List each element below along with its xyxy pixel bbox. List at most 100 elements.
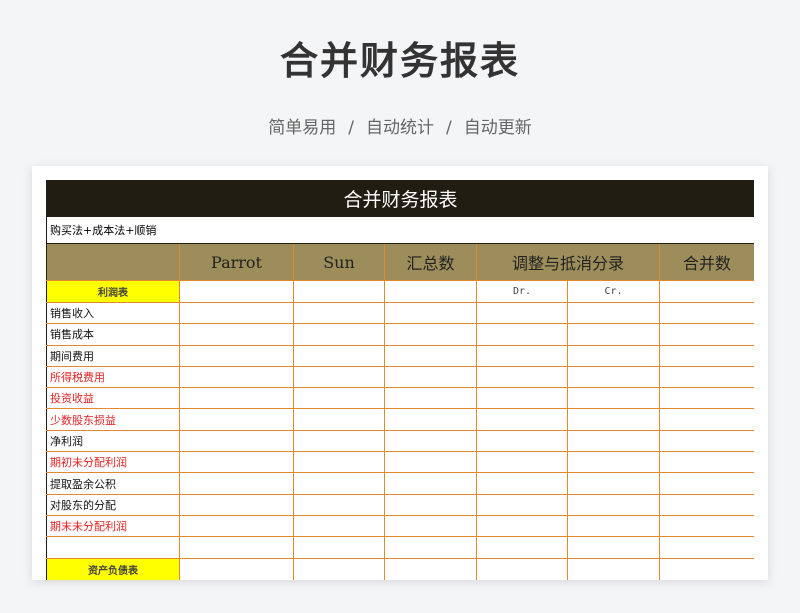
row-label[interactable]: 净利润: [46, 429, 180, 453]
header-total[interactable]: 汇总数: [384, 243, 477, 281]
cell[interactable]: [293, 557, 385, 580]
row-label[interactable]: 投资收益: [46, 387, 180, 410]
cell[interactable]: [476, 365, 568, 389]
cell[interactable]: [179, 514, 294, 538]
cell[interactable]: [658, 536, 754, 559]
header-adjust[interactable]: 调整与抵消分录: [476, 243, 660, 281]
cell[interactable]: [293, 323, 385, 346]
row-label[interactable]: 对股东的分配: [46, 493, 180, 516]
row-label[interactable]: 少数股东损益: [46, 408, 180, 431]
row-label[interactable]: [46, 536, 180, 559]
cell[interactable]: [384, 280, 477, 303]
cell[interactable]: [384, 301, 477, 325]
row-label[interactable]: 期末未分配利润: [46, 514, 180, 538]
cell[interactable]: [179, 408, 294, 431]
cell[interactable]: [567, 472, 660, 495]
cell[interactable]: [476, 429, 568, 453]
cell[interactable]: [179, 493, 294, 516]
cell[interactable]: [658, 387, 754, 410]
cell[interactable]: [658, 429, 754, 453]
cell[interactable]: [476, 344, 568, 367]
cell[interactable]: [293, 344, 385, 367]
cell[interactable]: [293, 387, 385, 410]
cell[interactable]: [658, 301, 754, 325]
row-label[interactable]: 销售成本: [46, 323, 180, 346]
cell[interactable]: [293, 451, 385, 474]
cell[interactable]: [476, 408, 568, 431]
cell[interactable]: [476, 557, 568, 580]
cell[interactable]: [384, 536, 477, 559]
cell[interactable]: [179, 323, 294, 346]
cell[interactable]: [179, 280, 294, 303]
row-label[interactable]: 销售收入: [46, 301, 180, 325]
cell[interactable]: [293, 280, 385, 303]
cell[interactable]: [476, 387, 568, 410]
cell[interactable]: [384, 323, 477, 346]
cell[interactable]: [179, 536, 294, 559]
header-parrot[interactable]: Parrot: [179, 243, 294, 281]
subheader-dr[interactable]: Dr.: [476, 280, 568, 303]
cell[interactable]: [567, 429, 660, 453]
cell[interactable]: [293, 301, 385, 325]
cell[interactable]: [567, 365, 660, 389]
cell[interactable]: [179, 451, 294, 474]
cell[interactable]: [179, 557, 294, 580]
header-blank-cell[interactable]: [46, 243, 180, 281]
cell[interactable]: [384, 514, 477, 538]
cell[interactable]: [293, 493, 385, 516]
cell[interactable]: [567, 408, 660, 431]
header-sun[interactable]: Sun: [293, 243, 385, 281]
cell[interactable]: [384, 344, 477, 367]
row-label[interactable]: 所得税费用: [46, 365, 180, 389]
cell[interactable]: [476, 323, 568, 346]
cell[interactable]: [567, 514, 660, 538]
cell[interactable]: [476, 451, 568, 474]
cell[interactable]: [179, 387, 294, 410]
row-label[interactable]: 期间费用: [46, 344, 180, 367]
cell[interactable]: [658, 493, 754, 516]
cell[interactable]: [384, 387, 477, 410]
cell[interactable]: [293, 365, 385, 389]
cell[interactable]: [293, 472, 385, 495]
cell[interactable]: [476, 301, 568, 325]
cell[interactable]: [179, 344, 294, 367]
cell[interactable]: [658, 323, 754, 346]
section-income[interactable]: 利润表: [46, 280, 180, 303]
cell[interactable]: [658, 451, 754, 474]
cell[interactable]: [567, 451, 660, 474]
cell[interactable]: [384, 429, 477, 453]
cell[interactable]: [179, 429, 294, 453]
cell[interactable]: [658, 280, 754, 303]
cell[interactable]: [179, 365, 294, 389]
section-balance[interactable]: 资产负债表: [46, 557, 180, 580]
cell[interactable]: [658, 365, 754, 389]
cell[interactable]: [384, 557, 477, 580]
cell[interactable]: [476, 536, 568, 559]
cell[interactable]: [384, 365, 477, 389]
cell[interactable]: [658, 514, 754, 538]
cell[interactable]: [293, 429, 385, 453]
cell[interactable]: [384, 472, 477, 495]
subheader-cr[interactable]: Cr.: [567, 280, 660, 303]
cell[interactable]: [293, 514, 385, 538]
cell[interactable]: [293, 536, 385, 559]
cell[interactable]: [658, 472, 754, 495]
row-label[interactable]: 期初未分配利润: [46, 451, 180, 474]
cell[interactable]: [384, 493, 477, 516]
cell[interactable]: [384, 451, 477, 474]
cell[interactable]: [658, 408, 754, 431]
cell[interactable]: [567, 387, 660, 410]
row-label[interactable]: 提取盈余公积: [46, 472, 180, 495]
cell[interactable]: [179, 301, 294, 325]
cell[interactable]: [567, 344, 660, 367]
cell[interactable]: [293, 408, 385, 431]
cell[interactable]: [567, 301, 660, 325]
cell[interactable]: [567, 557, 660, 580]
cell[interactable]: [567, 536, 660, 559]
cell[interactable]: [567, 323, 660, 346]
cell[interactable]: [384, 408, 477, 431]
cell[interactable]: [476, 493, 568, 516]
header-merged[interactable]: 合并数: [658, 243, 754, 281]
cell[interactable]: [476, 472, 568, 495]
cell[interactable]: [658, 557, 754, 580]
